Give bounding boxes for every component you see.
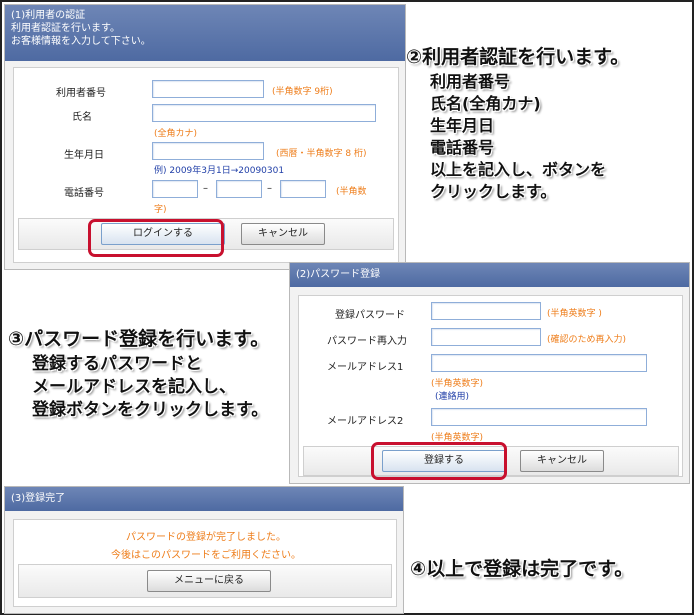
password-register-title: (2)パスワード登録 [296, 269, 381, 280]
phone-hint-2: 字) [154, 205, 167, 215]
note-step2-line: 以上を記入し、ボタンを [430, 160, 607, 179]
birthdate-hint: (西暦・半角数字 8 桁) [276, 149, 367, 159]
name-hint: (全角カナ) [154, 129, 198, 139]
user-number-input[interactable] [152, 80, 264, 98]
phone-input-3[interactable] [280, 180, 326, 198]
mail1-input[interactable] [431, 354, 647, 372]
registration-complete-title: (3)登録完了 [11, 493, 66, 504]
birthdate-example: 例) 2009年3月1日→20090301 [154, 166, 285, 176]
password-confirm-label: パスワード再入力 [327, 336, 407, 347]
password-input[interactable] [431, 302, 541, 320]
user-auth-cancel-button[interactable]: キャンセル [241, 223, 325, 245]
name-label: 氏名 [72, 112, 92, 123]
note-step2-line: 氏名(全角カナ) [430, 94, 541, 113]
note-step2-line: 利用者番号 [430, 72, 511, 91]
note-step2-line: 生年月日 [430, 116, 495, 135]
mail1-usage-hint: (連絡用) [435, 392, 470, 402]
password-label: 登録パスワード [335, 310, 405, 321]
login-button-highlight [88, 219, 224, 257]
registration-complete-notice: 今後はこのパスワードをご利用ください。 [111, 550, 301, 561]
phone-hint-1: (半角数 [336, 187, 367, 197]
note-step2-line: クリックします。 [430, 182, 557, 201]
phone-dash-2: – [267, 183, 272, 194]
phone-input-2[interactable] [216, 180, 262, 198]
user-auth-header: (1)利用者の認証 利用者認証を行います。 お客様情報を入力して下さい。 [5, 5, 405, 61]
note-step2-title: ②利用者認証を行います。 [406, 46, 630, 68]
password-register-header: (2)パスワード登録 [290, 263, 689, 287]
registration-complete-body: パスワードの登録が完了しました。 今後はこのパスワードをご利用ください。 メニュ… [13, 519, 397, 607]
note-step4: ④以上で登録は完了です。 [410, 554, 633, 581]
mail2-label: メールアドレス2 [327, 416, 404, 427]
registration-complete-button-bar: メニューに戻る [18, 564, 392, 598]
note-step2-line: 電話番号 [430, 138, 495, 157]
phone-input-1[interactable] [152, 180, 198, 198]
note-step3-line: メールアドレスを記入し、 [32, 377, 236, 397]
registration-complete-header: (3)登録完了 [5, 487, 403, 511]
birthdate-input[interactable] [152, 142, 264, 160]
mail1-hint: (半角英数字) [431, 379, 484, 389]
mail1-label: メールアドレス1 [327, 362, 404, 373]
note-step3-line: 登録するパスワードと [32, 354, 202, 374]
mail2-input[interactable] [431, 408, 647, 426]
user-number-hint: (半角数字 9桁) [272, 87, 333, 97]
password-confirm-hint: (確認のため再入力) [547, 335, 627, 345]
note-step3: ③パスワード登録を行います。 登録するパスワードと メールアドレスを記入し、 登… [8, 324, 269, 422]
phone-label: 電話番号 [64, 188, 104, 199]
phone-dash-1: – [203, 183, 208, 194]
note-step2: ②利用者認証を行います。 利用者番号 氏名(全角カナ) 生年月日 電話番号 以上… [406, 42, 629, 203]
user-number-label: 利用者番号 [56, 88, 106, 99]
user-auth-title: (1)利用者の認証 [11, 10, 86, 21]
registration-complete-message: パスワードの登録が完了しました。 [126, 532, 286, 543]
password-confirm-input[interactable] [431, 328, 541, 346]
registration-complete-panel: (3)登録完了 パスワードの登録が完了しました。 今後はこのパスワードをご利用く… [4, 486, 404, 614]
birthdate-label: 生年月日 [64, 150, 104, 161]
note-step3-line: 登録ボタンをクリックします。 [32, 400, 269, 420]
user-auth-instruction: お客様情報を入力して下さい。 [11, 36, 151, 47]
password-register-cancel-button[interactable]: キャンセル [520, 450, 604, 472]
name-input[interactable] [152, 104, 376, 122]
back-to-menu-button[interactable]: メニューに戻る [147, 570, 271, 592]
user-auth-subtitle: 利用者認証を行います。 [11, 23, 120, 34]
note-step4-title: ④以上で登録は完了です。 [410, 558, 634, 580]
register-button-highlight [371, 442, 507, 480]
note-step3-title: ③パスワード登録を行います。 [8, 328, 270, 350]
password-hint: (半角英数字 ) [547, 309, 602, 319]
